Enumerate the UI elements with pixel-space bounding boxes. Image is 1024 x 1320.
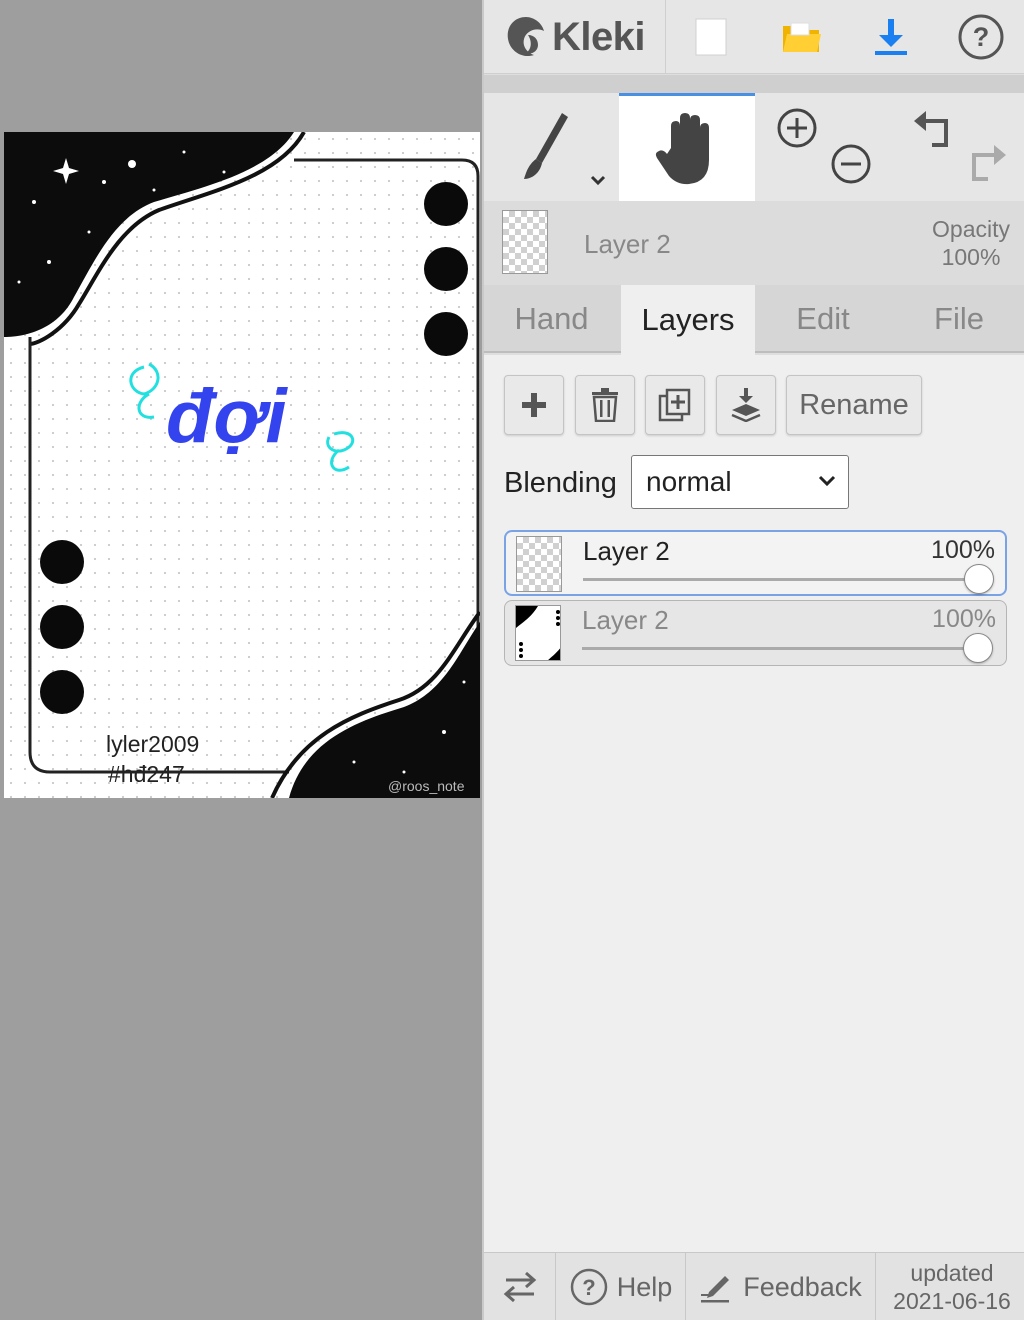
opacity-slider-track[interactable] [582, 647, 981, 650]
brush-tool-button[interactable] [484, 93, 618, 201]
merge-down-icon [731, 388, 761, 422]
app-name: Kleki [551, 14, 646, 59]
side-panel: Kleki ? Layer 2 Opacity 100% Hand Layers… [482, 0, 1024, 1320]
layer-thumbnail [515, 605, 561, 661]
hand-tool-button[interactable] [619, 93, 755, 201]
current-layer-thumbnail [502, 210, 548, 274]
help-link[interactable]: ? Help [556, 1253, 686, 1320]
tab-edit[interactable]: Edit [756, 285, 890, 353]
layer-opacity: 100% [932, 605, 996, 633]
layer-thumbnail-art [516, 606, 560, 660]
layers-panel: Rename Blending normal Layer 2 100% Laye… [484, 355, 1024, 1252]
opacity-value: 100% [941, 244, 1001, 270]
tab-bar: Hand Layers Edit File [484, 285, 1024, 355]
update-info: updated 2021-06-16 [878, 1253, 1024, 1320]
opacity-slider-handle[interactable] [964, 564, 994, 594]
download-icon [875, 19, 907, 55]
current-layer-name: Layer 2 [584, 229, 671, 259]
blending-value: normal [646, 466, 732, 497]
feedback-label: Feedback [743, 1271, 862, 1302]
swap-side-button[interactable] [484, 1253, 556, 1320]
updated-label: updated [910, 1260, 994, 1286]
tab-file[interactable]: File [892, 285, 1024, 353]
zoom-in-button[interactable] [774, 105, 824, 155]
artwork-watermark: @roos_note [388, 778, 465, 794]
delete-layer-button[interactable] [575, 375, 635, 435]
plus-icon [522, 393, 546, 417]
artwork-signature-name: lyler2009 [106, 731, 200, 757]
add-layer-button[interactable] [504, 375, 564, 435]
folder-icon [783, 22, 821, 52]
open-image-button[interactable] [756, 0, 846, 74]
artwork-signature-tag: #hđ247 [108, 761, 185, 787]
new-file-icon [695, 18, 727, 56]
feedback-link[interactable]: Feedback [686, 1253, 876, 1320]
zoom-out-icon [831, 144, 871, 184]
feedback-pen-icon [701, 1276, 730, 1303]
duplicate-layer-button[interactable] [645, 375, 705, 435]
layer-item[interactable]: Layer 2 100% [504, 600, 1007, 666]
duplicate-icon [658, 388, 691, 422]
zoom-in-icon [777, 108, 817, 148]
undo-button[interactable] [910, 107, 960, 157]
blending-label: Blending [504, 467, 617, 499]
layer-name: Layer 2 [582, 605, 669, 635]
new-image-button[interactable] [666, 0, 756, 74]
trash-icon [592, 388, 618, 422]
brush-icon [524, 113, 606, 186]
zoom-out-button[interactable] [828, 141, 878, 191]
chevron-down-icon [818, 475, 836, 487]
canvas-workspace[interactable]: đợi lyler2009 #hđ247 @roos_note [0, 0, 482, 1320]
current-layer-opacity: Opacity 100% [932, 215, 1010, 271]
artwork-graphic [4, 132, 480, 798]
tab-layers[interactable]: Layers [621, 285, 755, 355]
opacity-slider-handle[interactable] [963, 633, 993, 663]
tool-row [484, 93, 1024, 201]
app-logo[interactable]: Kleki [484, 0, 666, 74]
layer-item[interactable]: Layer 2 100% [504, 530, 1007, 596]
layer-name: Layer 2 [583, 536, 670, 566]
top-bar: Kleki ? [484, 0, 1024, 74]
layer-thumbnail [516, 536, 562, 592]
updated-date: 2021-06-16 [893, 1288, 1011, 1314]
merge-layer-button[interactable] [716, 375, 776, 435]
layer-opacity: 100% [931, 536, 995, 564]
bottom-bar: ? Help Feedback updated 2021-06-16 [484, 1252, 1024, 1320]
opacity-slider-track[interactable] [583, 578, 980, 581]
undo-icon [914, 111, 948, 147]
swap-arrows-icon [503, 1271, 536, 1303]
artwork-title: đợi [166, 374, 288, 459]
redo-icon [972, 145, 1006, 181]
redo-button[interactable] [964, 141, 1014, 191]
tab-hand[interactable]: Hand [484, 285, 619, 353]
toolbar-divider [484, 75, 1024, 93]
kleki-logo-icon [507, 17, 544, 57]
help-circle-icon: ? [570, 1268, 607, 1306]
help-label: Help [616, 1271, 673, 1302]
opacity-label: Opacity [932, 216, 1010, 242]
help-button[interactable]: ? [936, 0, 1024, 74]
hand-icon [655, 113, 709, 185]
save-image-button[interactable] [846, 0, 936, 74]
svg-text:?: ? [973, 22, 990, 52]
help-icon: ? [958, 14, 1004, 60]
svg-text:?: ? [582, 1275, 595, 1300]
current-layer-preview: Layer 2 Opacity 100% [484, 201, 1024, 285]
drawing-canvas[interactable]: đợi lyler2009 #hđ247 @roos_note [4, 132, 480, 798]
rename-layer-button[interactable]: Rename [786, 375, 922, 435]
blending-select[interactable]: normal [631, 455, 849, 509]
